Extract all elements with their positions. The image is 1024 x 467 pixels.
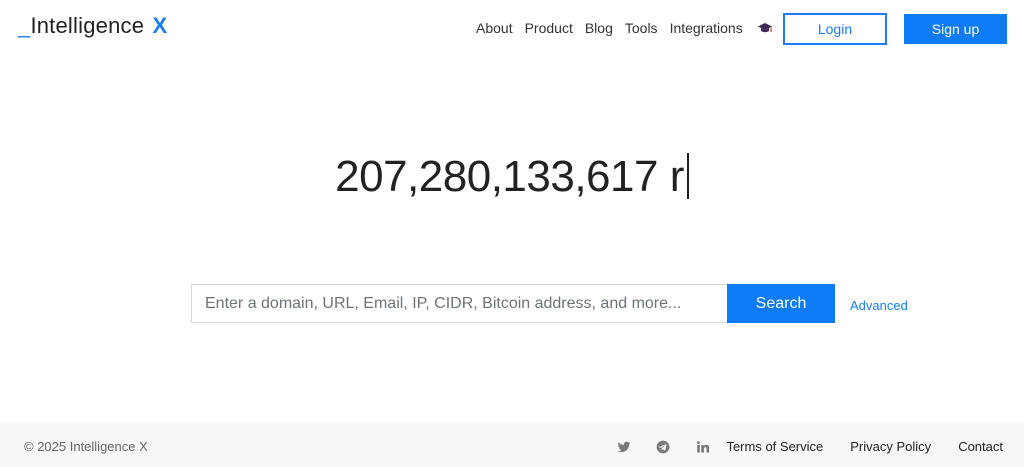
signup-button[interactable]: Sign up xyxy=(904,14,1007,44)
login-button[interactable]: Login xyxy=(783,13,887,45)
copyright-text: © 2025 Intelligence X xyxy=(24,439,148,454)
logo-suffix: X xyxy=(152,13,168,38)
site-header: _Intelligence X About Product Blog Tools… xyxy=(0,0,1024,60)
nav-blog[interactable]: Blog xyxy=(585,20,613,36)
search-button[interactable]: Search xyxy=(727,284,835,323)
contact-link[interactable]: Contact xyxy=(958,439,1003,454)
nav-product[interactable]: Product xyxy=(525,20,573,36)
telegram-icon[interactable] xyxy=(656,440,670,454)
counter-text: 207,280,133,617 r xyxy=(335,152,684,201)
logo-text: Intelligence xyxy=(30,13,145,38)
search-bar: Search xyxy=(191,284,835,323)
site-footer: © 2025 Intelligence X Terms of Service P… xyxy=(0,422,1024,467)
record-counter: 207,280,133,617 r xyxy=(0,152,1024,202)
terms-of-service-link[interactable]: Terms of Service xyxy=(726,439,823,454)
site-logo[interactable]: _Intelligence X xyxy=(18,13,167,39)
nav-integrations[interactable]: Integrations xyxy=(670,20,743,36)
search-input[interactable] xyxy=(191,284,727,323)
twitter-icon[interactable] xyxy=(617,440,631,454)
privacy-policy-link[interactable]: Privacy Policy xyxy=(850,439,931,454)
main-nav: About Product Blog Tools Integrations xyxy=(476,20,773,36)
typing-caret xyxy=(686,153,689,199)
advanced-search-link[interactable]: Advanced xyxy=(850,298,908,313)
graduation-cap-icon[interactable] xyxy=(757,21,773,35)
logo-prefix: _ xyxy=(18,13,31,38)
nav-about[interactable]: About xyxy=(476,20,513,36)
nav-tools[interactable]: Tools xyxy=(625,20,658,36)
footer-links: Terms of Service Privacy Policy Contact xyxy=(699,439,1003,454)
